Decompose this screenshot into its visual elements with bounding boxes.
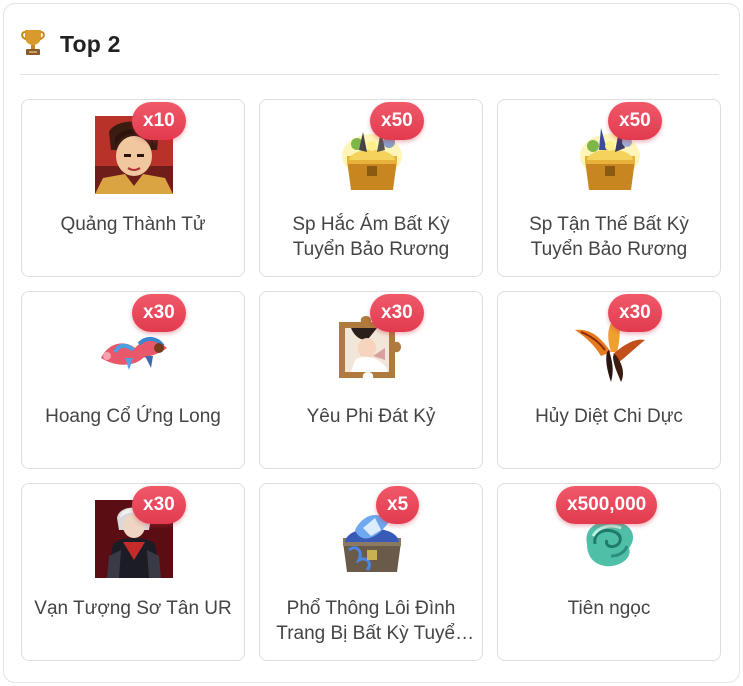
reward-card[interactable]: x10 Quảng Thành Tử: [21, 99, 245, 277]
quantity-badge: x500,000: [556, 486, 658, 524]
quantity-badge: x5: [376, 486, 420, 524]
panel-header: Top 2: [20, 26, 121, 62]
reward-card[interactable]: x50 Sp Hắc Ám Bất Kỳ Tuyển Bảo Rương: [259, 99, 483, 277]
page-title: Top 2: [60, 30, 121, 57]
trophy-icon: [21, 30, 45, 55]
item-name: Hoang Cổ Ứng Long: [45, 406, 221, 427]
reward-card[interactable]: x30 Vạn Tượng Sơ Tân UR: [21, 483, 245, 661]
item-name: Quảng Thành Tử: [60, 214, 206, 235]
reward-card[interactable]: x500,000 Tiên ngọc: [497, 483, 721, 661]
reward-card[interactable]: x30 Yêu Phi Đát Kỷ: [259, 291, 483, 469]
reward-card[interactable]: x50 Sp Tận Thế Bất Kỳ Tuyển Bảo Rương: [497, 99, 721, 277]
quantity-badge: x10: [132, 102, 186, 140]
item-name: Sp Hắc Ám Bất Kỳ Tuyển Bảo Rương: [292, 214, 450, 260]
quantity-badge: x50: [608, 102, 662, 140]
quantity-badge: x30: [132, 486, 186, 524]
item-name: Tiên ngọc: [567, 598, 651, 619]
reward-card[interactable]: x5 Phổ Thông Lôi Đình Trang Bị Bất Kỳ Tu…: [259, 483, 483, 661]
quantity-badge: x30: [608, 294, 662, 332]
reward-card[interactable]: x30 Hoang Cổ Ứng Long: [21, 291, 245, 469]
quantity-badge: x30: [370, 294, 424, 332]
item-name: Phổ Thông Lôi Đình Trang Bị Bất Kỳ Tuyển…: [276, 598, 466, 644]
quantity-badge: x50: [370, 102, 424, 140]
header-divider: [20, 74, 719, 75]
quantity-badge: x30: [132, 294, 186, 332]
reward-card[interactable]: x30 Hủy Diệt Chi Dực: [497, 291, 721, 469]
item-name: Vạn Tượng Sơ Tân UR: [34, 598, 232, 619]
item-name: Sp Tận Thế Bất Kỳ Tuyển Bảo Rương: [529, 214, 689, 260]
item-name: Hủy Diệt Chi Dực: [535, 406, 683, 427]
item-name: Yêu Phi Đát Kỷ: [306, 406, 436, 427]
